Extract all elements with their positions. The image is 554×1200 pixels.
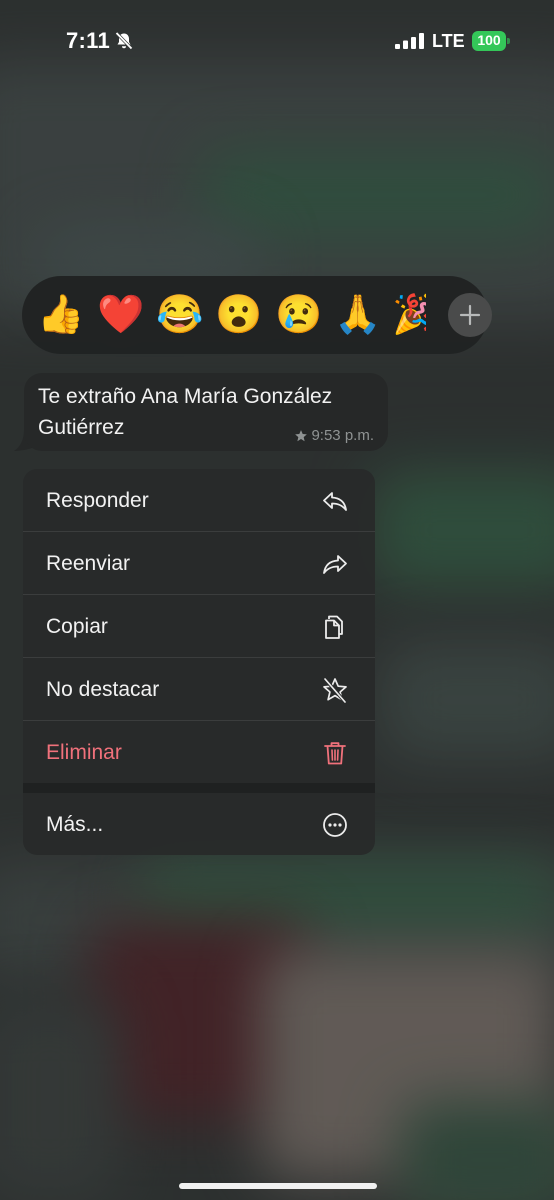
more-reactions-button[interactable] — [448, 293, 492, 337]
reaction-praying-hands[interactable]: 🙏 — [327, 276, 389, 354]
message-meta: 9:53 p.m. — [294, 427, 374, 444]
more-icon — [323, 812, 347, 837]
reaction-party[interactable]: 🎉 — [392, 276, 426, 354]
reaction-bar: 👍 ❤️ 😂 😮 😢 🙏 🎉 — [22, 276, 492, 354]
menu-group-divider — [23, 783, 375, 793]
message-time: 9:53 p.m. — [311, 427, 374, 444]
trash-icon — [324, 741, 346, 764]
battery-icon: 100 — [472, 31, 510, 51]
reaction-crying[interactable]: 😢 — [268, 276, 330, 354]
status-bar: 7:11 LTE 100 — [0, 0, 554, 84]
bell-slash-icon — [115, 31, 133, 50]
status-time: 7:11 — [66, 28, 111, 53]
cellular-signal-icon — [395, 33, 424, 49]
menu-item-copy[interactable]: Copiar — [23, 595, 375, 658]
menu-item-label: Copiar — [46, 614, 108, 638]
forward-icon — [323, 554, 347, 574]
menu-item-label: Eliminar — [46, 740, 122, 764]
reaction-heart[interactable]: ❤️ — [87, 276, 155, 354]
menu-item-label: Más... — [46, 812, 104, 836]
menu-item-unstar[interactable]: No destacar — [23, 658, 375, 721]
reaction-laughing[interactable]: 😂 — [149, 276, 211, 354]
menu-item-label: No destacar — [46, 677, 160, 701]
menu-item-reply[interactable]: Responder — [23, 469, 375, 532]
reply-icon — [323, 491, 347, 511]
reaction-surprised[interactable]: 😮 — [208, 276, 270, 354]
home-indicator[interactable] — [179, 1183, 377, 1189]
menu-item-label: Reenviar — [46, 551, 131, 575]
message-context-menu: Responder Reenviar Copiar No destacar El… — [23, 469, 375, 855]
plus-icon — [459, 304, 481, 326]
star-icon — [295, 429, 308, 441]
menu-item-more[interactable]: Más... — [23, 793, 375, 855]
menu-item-delete[interactable]: Eliminar — [23, 721, 375, 784]
battery-level: 100 — [477, 32, 501, 48]
unstar-icon — [323, 677, 347, 703]
message-bubble: Te extraño Ana María González Gutiérrez … — [24, 373, 388, 451]
menu-item-label: Responder — [46, 488, 149, 512]
menu-item-forward[interactable]: Reenviar — [23, 532, 375, 595]
copy-icon — [325, 615, 343, 639]
network-type: LTE — [432, 31, 465, 51]
reaction-thumbs-up[interactable]: 👍 — [30, 276, 92, 354]
